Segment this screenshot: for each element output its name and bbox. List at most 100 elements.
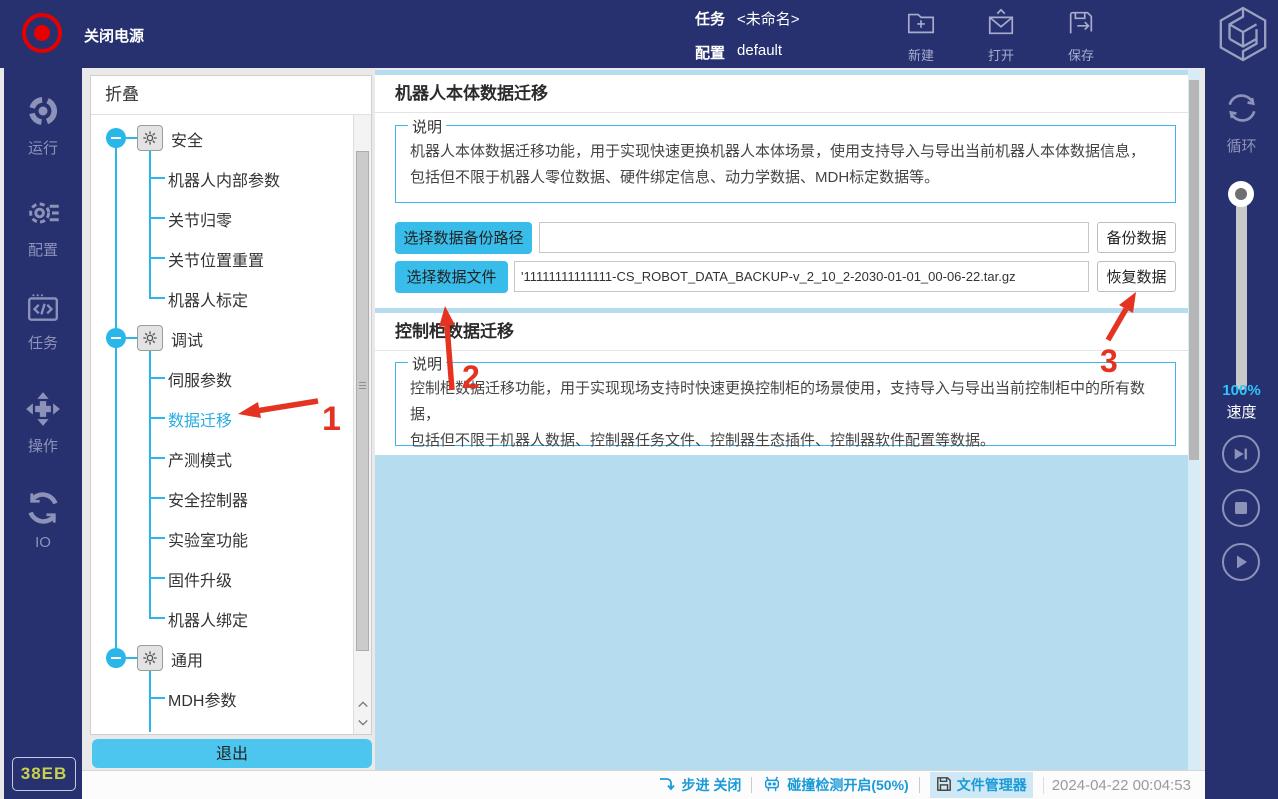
scroll-down-button[interactable] [356,715,370,731]
open-task-button[interactable]: 打开 [965,8,1037,64]
tree-item[interactable]: 机器人标定 [91,278,353,318]
loop-icon [1222,115,1262,132]
tree-item-data-migration[interactable]: 数据迁移 [91,398,353,438]
tree-item-label: 关节归零 [168,207,232,231]
restore-data-button[interactable]: 恢复数据 [1097,261,1176,292]
speed-slider-handle[interactable] [1228,181,1254,207]
step-mode-icon [658,776,676,795]
tree-item-label: 机器人内部参数 [168,167,280,191]
tree-item-label: 实验室功能 [168,527,248,551]
file-manager-label: 文件管理器 [957,775,1027,795]
tree-item-label: 机器人绑定 [168,607,248,631]
collapse-minus-icon[interactable] [106,328,126,348]
note-line1: 机器人本体数据迁移功能，用于实现快速更换机器人本体场景，使用支持导入与导出当前机… [410,139,1161,165]
system-datetime: 2024-04-22 00:04:53 [1043,777,1191,794]
scroll-up-button[interactable] [356,696,370,712]
collision-detect-icon [762,775,782,796]
file-manager-button[interactable]: 文件管理器 [930,772,1033,798]
tree-body: 安全 机器人内部参数 关节归零 关节位置重置 机器人标定 调试 伺服参数 数据迁… [91,115,353,734]
power-dot-icon [34,25,50,41]
tree-item[interactable]: 实验室功能 [91,518,353,558]
sidebar-item-io[interactable]: IO [4,490,82,551]
choose-data-file-button[interactable]: 选择数据文件 [395,261,508,293]
note-legend: 说明 [408,353,446,374]
tree-group-debug[interactable]: 调试 [91,318,353,358]
sidebar-item-configure[interactable]: 配置 [4,195,82,260]
sidebar-item-run[interactable]: 运行 [4,93,82,158]
tree-item-label: 关节位置重置 [168,247,264,271]
step-mode-label: 步进 关闭 [681,775,741,795]
play-button[interactable] [1222,543,1260,581]
sidebar-item-label: 配置 [4,239,82,260]
task-label: 任务 [695,8,725,29]
tree-item[interactable]: 固件升级 [91,558,353,598]
tree-item-label: 安全控制器 [168,487,248,511]
new-task-label: 新建 [885,45,957,64]
right-sidebar: 循环 100% 速度 [1205,68,1278,799]
config-value: default [737,42,782,63]
collapse-minus-icon[interactable] [106,648,126,668]
tree-item[interactable]: 产测模式 [91,438,353,478]
main-scrollbar-thumb[interactable] [1189,80,1199,460]
choose-backup-path-button[interactable]: 选择数据备份路径 [395,222,532,254]
file-manager-icon [936,776,952,795]
tree-item[interactable]: 关节位置重置 [91,238,353,278]
tree-item[interactable]: 机器人内部参数 [91,158,353,198]
status-bar: 步进 关闭 碰撞检测开启(50%) 文件管理器 2024-04-22 00:04… [82,770,1205,799]
collapse-minus-icon[interactable] [106,128,126,148]
save-task-label: 保存 [1045,45,1117,64]
save-task-button[interactable]: 保存 [1045,8,1117,64]
section2-title: 控制柜数据迁移 [395,313,514,351]
task-value: <未命名> [737,8,800,29]
configure-icon [25,218,61,235]
tree-item[interactable]: 安全控制器 [91,478,353,518]
new-task-button[interactable]: 新建 [885,8,957,64]
control-cabinet-migration-section: 控制柜数据迁移 说明 控制柜数据迁移功能，用于实现现场支持时快速更换控制柜的场景… [375,313,1188,455]
tree-item[interactable]: MDH参数 [91,678,353,718]
speed-percent: 100% [1205,382,1278,399]
operate-icon [25,414,61,431]
io-icon [25,513,61,530]
tree-group-general[interactable]: 通用 [91,638,353,678]
step-mode-status[interactable]: 步进 关闭 [658,775,741,795]
new-task-icon [906,25,936,42]
collision-detect-status[interactable]: 碰撞检测开启(50%) [762,775,908,796]
config-label: 配置 [695,42,725,63]
exit-button[interactable]: 退出 [92,739,372,768]
left-sidebar: 运行 配置 任务 操作 [4,68,82,799]
tree-collapse-header[interactable]: 折叠 [91,76,371,115]
data-file-input[interactable] [514,261,1089,292]
statusbar-divider [751,777,752,793]
backup-path-input[interactable] [539,222,1089,253]
tree-group-label: 通用 [171,647,203,671]
tree-item-label: 伺服参数 [168,367,232,391]
save-task-icon [1066,25,1096,42]
speed-slider-track[interactable] [1236,190,1247,390]
backup-data-button[interactable]: 备份数据 [1097,222,1176,253]
tree-group-safety[interactable]: 安全 [91,118,353,158]
step-forward-button[interactable] [1222,435,1260,473]
tree-item[interactable]: 伺服参数 [91,358,353,398]
top-bar: 关闭电源 任务 <未命名> 配置 default 新建 打开 保存 [0,0,1278,68]
tree-item-label: 机器人标定 [168,287,248,311]
tree-item[interactable]: 关节归零 [91,198,353,238]
tree-item-label: 固件升级 [168,567,232,591]
tree-item-label-selected: 数据迁移 [168,407,232,431]
sidebar-item-label: IO [4,534,82,551]
config-row: 配置 default [695,42,782,63]
gear-icon [137,125,163,151]
gear-icon [137,645,163,671]
robot-data-migration-section: 机器人本体数据迁移 说明 机器人本体数据迁移功能，用于实现快速更换机器人本体场景… [375,75,1188,308]
stop-button[interactable] [1222,489,1260,527]
tree-scrollbar-thumb[interactable] [356,151,369,651]
loop-mode-button[interactable]: 循环 [1205,88,1278,156]
tree-item[interactable]: 机器人绑定 [91,598,353,638]
sidebar-item-label: 任务 [4,332,82,353]
sidebar-item-operate[interactable]: 操作 [4,391,82,456]
task-icon [26,311,60,328]
power-button[interactable] [22,13,62,53]
open-task-label: 打开 [965,45,1037,64]
tree-scrollbar[interactable] [353,115,371,734]
sidebar-item-task[interactable]: 任务 [4,292,82,353]
note-line2: 包括但不限于机器人零位数据、硬件绑定信息、动力学数据、MDH标定数据等。 [410,165,1161,191]
